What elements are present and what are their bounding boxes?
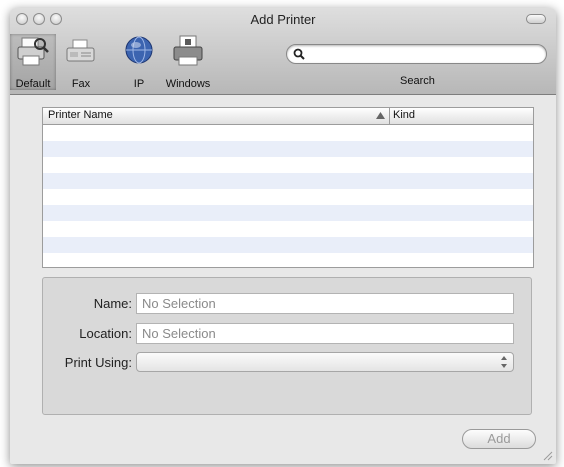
table-row[interactable] <box>43 253 533 267</box>
location-field[interactable]: No Selection <box>136 323 514 344</box>
search-icon <box>293 48 305 60</box>
chevron-up-down-icon <box>501 356 507 368</box>
print-using-label: Print Using: <box>64 355 132 370</box>
toolbar-windows-label: Windows <box>165 78 211 90</box>
toolbar-ip-label: IP <box>133 78 145 90</box>
toolbar: Add Printer Default Fax IP Windows Searc… <box>10 8 556 95</box>
table-row[interactable] <box>43 237 533 253</box>
toolbar-toggle-button[interactable] <box>526 14 546 24</box>
sort-ascending-icon <box>376 112 385 119</box>
table-row[interactable] <box>43 125 533 141</box>
table-row[interactable] <box>43 141 533 157</box>
resize-grip-icon[interactable] <box>541 449 553 461</box>
globe-icon <box>125 36 153 64</box>
toolbar-fax-label: Fax <box>71 78 91 90</box>
search-field[interactable] <box>286 44 547 64</box>
table-row[interactable] <box>43 173 533 189</box>
add-button[interactable]: Add <box>462 429 536 449</box>
table-row[interactable] <box>43 189 533 205</box>
toolbar-fax-button[interactable]: Fax <box>66 34 96 90</box>
toolbar-windows-button[interactable]: Windows <box>161 34 215 90</box>
column-header-kind[interactable]: Kind <box>393 109 415 121</box>
toolbar-ip-button[interactable]: IP <box>123 34 155 90</box>
table-row[interactable] <box>43 205 533 221</box>
printer-list-table[interactable]: Printer Name Kind <box>42 107 534 268</box>
toolbar-default-label: Default <box>15 78 51 90</box>
print-using-select[interactable] <box>136 352 514 372</box>
table-header: Printer Name Kind <box>43 108 533 125</box>
window-title: Add Printer <box>250 12 316 27</box>
windows-printer-icon <box>173 35 203 66</box>
search-label: Search <box>400 75 435 87</box>
printer-magnifier-icon <box>17 37 49 66</box>
search-input[interactable] <box>309 47 543 63</box>
fax-icon <box>66 39 95 62</box>
toolbar-default-button[interactable]: Default <box>10 34 56 90</box>
column-divider[interactable] <box>389 108 390 124</box>
column-header-printer-name[interactable]: Printer Name <box>48 109 113 121</box>
name-field[interactable]: No Selection <box>136 293 514 314</box>
table-row[interactable] <box>43 221 533 237</box>
name-label: Name: <box>93 296 132 311</box>
table-row[interactable] <box>43 157 533 173</box>
location-label: Location: <box>79 326 132 341</box>
add-printer-window: Add Printer Default Fax IP Windows Searc… <box>10 8 556 464</box>
